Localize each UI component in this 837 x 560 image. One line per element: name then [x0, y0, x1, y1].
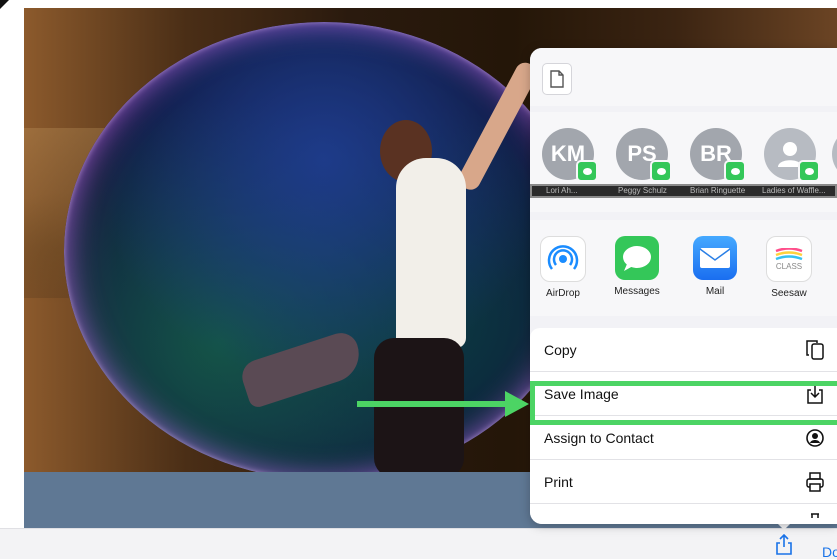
app-label: Messages — [614, 286, 660, 297]
bottom-toolbar — [0, 528, 837, 559]
seesaw-badge-text: CLASS — [775, 261, 803, 271]
app-seesaw[interactable]: CLASS Seesaw — [760, 236, 818, 299]
annotation-arrow-icon — [505, 391, 529, 417]
apps-row: AirDrop Messages Mail CLASS Seesaw — [530, 220, 837, 316]
messages-badge-icon — [576, 160, 598, 182]
avatar — [832, 128, 837, 180]
person-2[interactable]: PS — [616, 128, 672, 182]
share-sheet: KM PS BR Lori Ah... Peggy Schulz Brian R… — [530, 48, 837, 524]
airdrop-icon — [540, 236, 586, 282]
person-4[interactable] — [764, 128, 820, 182]
annotation-arrow-line — [357, 401, 507, 407]
avatar: KM — [542, 128, 598, 182]
action-label: Copy — [544, 342, 577, 358]
messages-icon — [615, 236, 659, 280]
girl-body — [396, 158, 466, 348]
seesaw-icon: CLASS — [766, 236, 812, 282]
app-label: AirDrop — [546, 288, 580, 299]
print-action[interactable]: Print — [530, 460, 837, 504]
person-name: Brian Ringuette — [690, 186, 746, 195]
messages-badge-icon — [798, 160, 820, 182]
partial-action-icon — [811, 513, 819, 518]
avatar: BR — [690, 128, 746, 182]
app-label: Seesaw — [771, 288, 807, 299]
corner-mark — [0, 0, 9, 9]
document-icon — [542, 63, 572, 95]
contact-icon — [806, 429, 824, 447]
next-action-partial[interactable] — [530, 504, 837, 524]
person-name: Lori Ah... — [546, 186, 578, 195]
app-mail[interactable]: Mail — [686, 236, 744, 297]
action-label: Assign to Contact — [544, 430, 654, 446]
share-icon[interactable] — [774, 534, 794, 556]
person-name: Peggy Schulz — [618, 186, 667, 195]
person-5-partial[interactable] — [832, 128, 837, 180]
avatar — [764, 128, 820, 182]
print-icon — [806, 472, 824, 492]
app-messages[interactable]: Messages — [608, 236, 666, 297]
copy-icon — [806, 340, 824, 360]
names-redaction-bar: Lori Ah... Peggy Schulz Brian Ringuette … — [530, 184, 837, 198]
messages-badge-icon — [650, 160, 672, 182]
copy-action[interactable]: Copy — [530, 328, 837, 372]
mail-icon — [693, 236, 737, 280]
people-row: KM PS BR Lori Ah... Peggy Schulz Brian R… — [530, 112, 837, 212]
action-label: Print — [544, 474, 573, 490]
person-1[interactable]: KM — [542, 128, 598, 182]
app-label: Mail — [705, 286, 725, 297]
messages-badge-icon — [724, 160, 746, 182]
person-3[interactable]: BR — [690, 128, 746, 182]
app-airdrop[interactable]: AirDrop — [534, 236, 592, 299]
avatar: PS — [616, 128, 672, 182]
share-sheet-header — [530, 48, 837, 106]
save-image-highlight — [530, 381, 837, 425]
person-name: Ladies of Waffle... — [762, 186, 826, 195]
